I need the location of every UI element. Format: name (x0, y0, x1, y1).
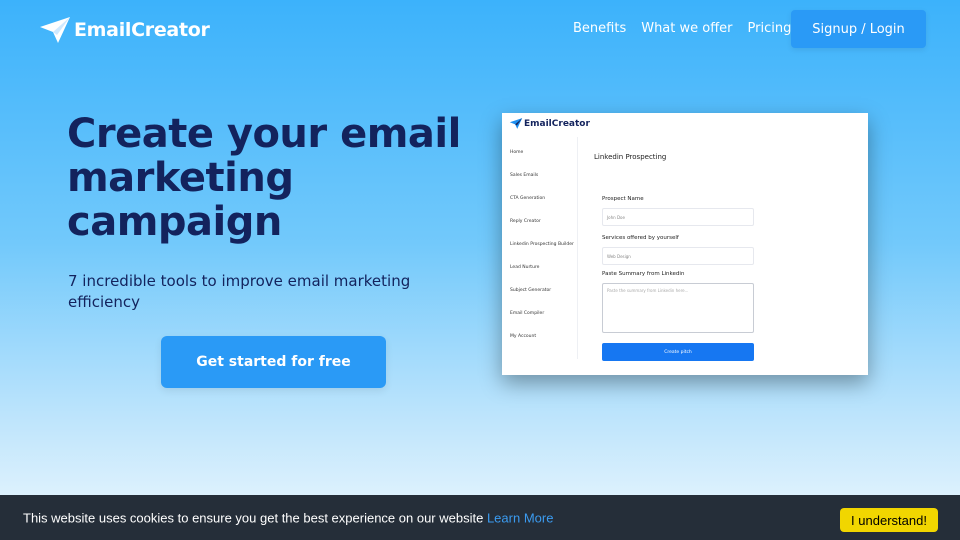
preview-sidebar-item: Email Compiler (510, 311, 545, 316)
nav-pricing[interactable]: Pricing (748, 21, 792, 36)
paper-plane-icon (509, 118, 523, 129)
main-nav: Benefits What we offer Pricing (573, 21, 791, 36)
hero-title-line: marketing (67, 155, 294, 201)
preview-sidebar-item: Subject Generator (510, 288, 552, 293)
site-header: EmailCreator Benefits What we offer Pric… (0, 0, 960, 60)
cookie-message: This website uses cookies to ensure you … (23, 511, 553, 526)
preview-input-placeholder: Web Design (607, 254, 631, 259)
preview-sidebar-item: My Account (510, 334, 537, 339)
preview-sidebar-item: Linkedin Prospecting Builder (510, 242, 574, 247)
preview-summary-textarea: Paste the summary from Linkedin here... (602, 283, 754, 333)
cookie-message-text: This website uses cookies to ensure you … (23, 510, 484, 526)
preview-prospect-name-input: John Doe (602, 208, 754, 226)
preview-sidebar-item: Sales Emails (510, 173, 539, 178)
nav-benefits[interactable]: Benefits (573, 21, 626, 36)
preview-page-title: Linkedin Prospecting (594, 153, 667, 161)
hero-title: Create your email marketing campaign (67, 112, 497, 244)
hero-subtitle: 7 incredible tools to improve email mark… (68, 272, 411, 311)
cookie-learn-more-link[interactable]: Learn More (487, 511, 553, 526)
cookie-accept-button[interactable]: I understand! (840, 508, 938, 532)
signup-login-button[interactable]: Signup / Login (791, 10, 926, 48)
paper-plane-icon (40, 17, 70, 43)
preview-sidebar-item: Lead Nurture (510, 265, 540, 270)
preview-field-label: Prospect Name (602, 196, 644, 202)
preview-sidebar-item: CTA Generation (510, 196, 546, 201)
preview-input-placeholder: John Doe (607, 215, 625, 220)
hero-title-line: campaign (67, 199, 282, 245)
preview-sidebar-item: Home (510, 150, 524, 155)
preview-brand-name: EmailCreator (524, 118, 590, 129)
brand-logo[interactable]: EmailCreator (38, 15, 210, 45)
app-preview: EmailCreator Home Sales Emails CTA Gener… (502, 113, 868, 375)
preview-textarea-placeholder: Paste the summary from Linkedin here... (607, 288, 689, 293)
preview-services-input: Web Design (602, 247, 754, 265)
preview-field-label: Services offered by yourself (602, 235, 679, 241)
nav-what-we-offer[interactable]: What we offer (641, 21, 732, 36)
preview-logo: EmailCreator (509, 117, 590, 130)
brand-name: EmailCreator (74, 19, 210, 41)
get-started-button[interactable]: Get started for free (161, 336, 386, 388)
preview-sidebar-item: Reply Creator (510, 219, 541, 224)
preview-create-pitch-button: Create pitch (602, 343, 754, 361)
preview-sidebar: Home Sales Emails CTA Generation Reply C… (502, 137, 578, 359)
hero-title-line: Create your email (67, 111, 461, 157)
preview-field-label: Paste Summary from Linkedin (602, 271, 685, 277)
